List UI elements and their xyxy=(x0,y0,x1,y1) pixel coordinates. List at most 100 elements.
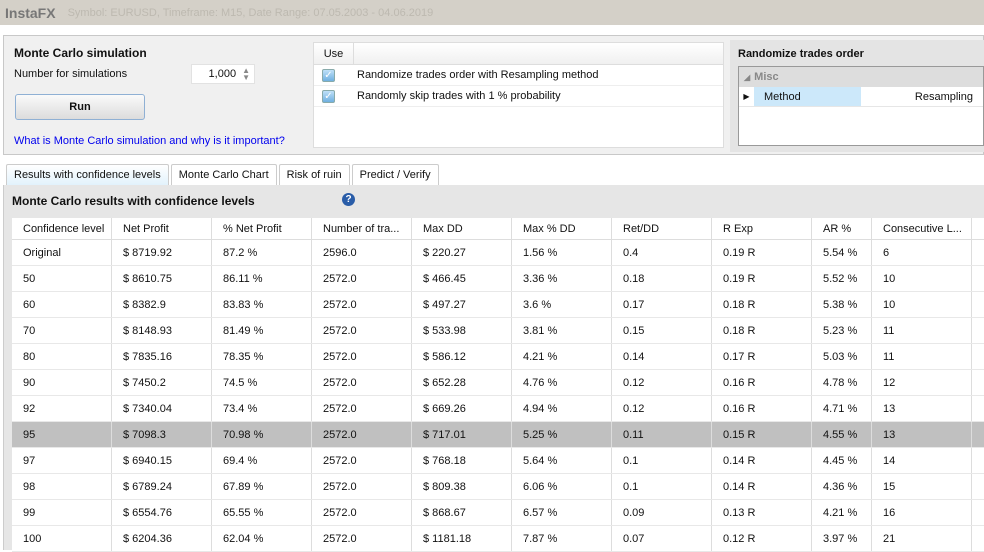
table-row[interactable]: 50 $ 8610.75 86.11 % 2572.0 $ 466.45 3.36 % 0.… xyxy=(12,266,984,292)
table-row[interactable]: 100 $ 6204.36 62.04 % 2572.0 $ 1181.18 7.87 %… xyxy=(12,526,984,552)
table-cell: 4.71 % xyxy=(812,396,872,421)
stepper-arrows-icon[interactable]: ▲ ▼ xyxy=(242,67,250,82)
table-cell: $ 6940.15 xyxy=(112,448,212,473)
table-row[interactable]: 92 $ 7340.04 73.4 % 2572.0 $ 669.26 4.94 % 0.1… xyxy=(12,396,984,422)
table-row[interactable]: 80 $ 7835.16 78.35 % 2572.0 $ 586.12 4.21 % 0.… xyxy=(12,344,984,370)
row-pointer-icon: ▶ xyxy=(743,92,750,101)
table-cell: 0.19 R xyxy=(712,240,812,265)
table-cell: 2572.0 xyxy=(312,500,412,525)
property-name: Method xyxy=(754,87,861,106)
table-cell: $ 8719.92 xyxy=(112,240,212,265)
table-cell: 2572.0 xyxy=(312,344,412,369)
table-row[interactable]: Original $ 8719.92 87.2 % 2596.0 $ 220.27 1.5… xyxy=(12,240,984,266)
table-cell: 10 xyxy=(872,292,972,317)
table-cell: 92 xyxy=(12,396,112,421)
table-cell: $ 6789.24 xyxy=(112,474,212,499)
table-cell: 12 xyxy=(872,370,972,395)
table-cell: 70 xyxy=(12,318,112,343)
table-cell: 0.09 xyxy=(612,500,712,525)
table-cell: $ 6554.76 xyxy=(112,500,212,525)
table-cell: 0.18 xyxy=(612,266,712,291)
table-cell: 5.64 % xyxy=(512,448,612,473)
tab-bar: Results with confidence levels Monte Car… xyxy=(6,164,439,185)
table-cell: 0.16 R xyxy=(712,396,812,421)
simulation-title: Monte Carlo simulation xyxy=(14,46,147,60)
table-cell: $ 586.12 xyxy=(412,344,512,369)
table-cell: 62.04 % xyxy=(212,526,312,551)
column-header[interactable]: Ret/DD xyxy=(612,218,712,239)
table-header: Confidence level Net Profit% Net Profit Nu… xyxy=(12,218,984,240)
table-row[interactable]: 95 $ 7098.3 70.98 % 2572.0 $ 717.01 5.25 % 0.1… xyxy=(12,422,984,448)
table-cell: $ 669.26 xyxy=(412,396,512,421)
table-cell: 0.18 R xyxy=(712,318,812,343)
table-cell: $ 8610.75 xyxy=(112,266,212,291)
table-cell: 0.1 xyxy=(612,474,712,499)
table-cell: 0.14 R xyxy=(712,474,812,499)
table-cell: 0.19 R xyxy=(712,266,812,291)
simulations-stepper[interactable]: 1,000 ▲ ▼ xyxy=(191,64,255,84)
column-header[interactable]: Max % DD xyxy=(512,218,612,239)
tab-results[interactable]: Results with confidence levels xyxy=(6,164,169,185)
checkbox-checked-icon[interactable]: ✓ xyxy=(322,68,335,82)
table-row[interactable]: 60 $ 8382.9 83.83 % 2572.0 $ 497.27 3.6 % 0.17… xyxy=(12,292,984,318)
title-bar: InstaFX Symbol: EURUSD, Timeframe: M15, … xyxy=(0,0,984,25)
table-cell: 0.12 xyxy=(612,370,712,395)
collapse-icon[interactable]: ◢ xyxy=(744,73,750,82)
column-header[interactable]: Number of tra... xyxy=(312,218,412,239)
table-cell: 87.2 % xyxy=(212,240,312,265)
help-icon[interactable]: ? xyxy=(342,193,355,206)
table-cell: 4.78 % xyxy=(812,370,872,395)
table-cell: $ 7835.16 xyxy=(112,344,212,369)
table-cell: 5.23 % xyxy=(812,318,872,343)
results-section: Monte Carlo results with confidence leve… xyxy=(3,185,984,552)
table-cell: 1.56 % xyxy=(512,240,612,265)
table-row[interactable]: 97 $ 6940.15 69.4 % 2572.0 $ 768.18 5.64 % 0.1… xyxy=(12,448,984,474)
run-button[interactable]: Run xyxy=(15,94,145,120)
table-cell: $ 1181.18 xyxy=(412,526,512,551)
tab-predict-verify[interactable]: Predict / Verify xyxy=(351,164,439,185)
table-cell: 21 xyxy=(872,526,972,551)
table-row[interactable]: 99 $ 6554.76 65.55 % 2572.0 $ 868.67 6.57 % 0.… xyxy=(12,500,984,526)
misc-category[interactable]: ◢ Misc xyxy=(739,67,983,87)
table-cell: 50 xyxy=(12,266,112,291)
table-cell: 0.17 xyxy=(612,292,712,317)
tab-risk-of-ruin[interactable]: Risk of ruin xyxy=(278,164,350,185)
table-cell: 5.52 % xyxy=(812,266,872,291)
table-cell: 0.17 R xyxy=(712,344,812,369)
column-header[interactable]: AR % xyxy=(812,218,872,239)
column-header[interactable]: Confidence level xyxy=(12,218,112,239)
table-cell: $ 497.27 xyxy=(412,292,512,317)
column-header[interactable]: Consecutive L... xyxy=(872,218,972,239)
randomize-title: Randomize trades order xyxy=(738,48,864,60)
table-cell: 0.4 xyxy=(612,240,712,265)
column-header[interactable]: % Net Profit xyxy=(212,218,312,239)
tab-monte-carlo-chart[interactable]: Monte Carlo Chart xyxy=(170,164,277,185)
table-row[interactable]: 90 $ 7450.2 74.5 % 2572.0 $ 652.28 4.76 % 0.12… xyxy=(12,370,984,396)
table-cell: 0.12 xyxy=(612,396,712,421)
property-value[interactable]: Resampling xyxy=(861,91,983,103)
table-cell: 0.12 R xyxy=(712,526,812,551)
table-cell: 90 xyxy=(12,370,112,395)
property-row-method[interactable]: ▶ Method Resampling xyxy=(739,87,983,107)
table-cell: 5.38 % xyxy=(812,292,872,317)
column-header[interactable]: Net Profit xyxy=(112,218,212,239)
table-cell: 3.36 % xyxy=(512,266,612,291)
table-cell: $ 6204.36 xyxy=(112,526,212,551)
table-cell: 65.55 % xyxy=(212,500,312,525)
table-cell: 11 xyxy=(872,344,972,369)
column-header[interactable]: R Exp xyxy=(712,218,812,239)
column-header[interactable]: Max DD xyxy=(412,218,512,239)
category-label: Misc xyxy=(754,71,779,83)
table-cell: $ 652.28 xyxy=(412,370,512,395)
results-table: Confidence level Net Profit% Net Profit Nu… xyxy=(12,218,984,552)
checkbox-checked-icon[interactable]: ✓ xyxy=(322,89,335,103)
table-cell: 2572.0 xyxy=(312,396,412,421)
table-row[interactable]: 98 $ 6789.24 67.89 % 2572.0 $ 809.38 6.06 % 0.… xyxy=(12,474,984,500)
table-cell: 98 xyxy=(12,474,112,499)
table-cell: 0.13 R xyxy=(712,500,812,525)
help-link[interactable]: What is Monte Carlo simulation and why i… xyxy=(14,135,285,147)
table-row[interactable]: 70 $ 8148.93 81.49 % 2572.0 $ 533.98 3.81 % 0.… xyxy=(12,318,984,344)
table-cell: $ 220.27 xyxy=(412,240,512,265)
table-cell: 95 xyxy=(12,422,112,447)
table-cell: 2596.0 xyxy=(312,240,412,265)
